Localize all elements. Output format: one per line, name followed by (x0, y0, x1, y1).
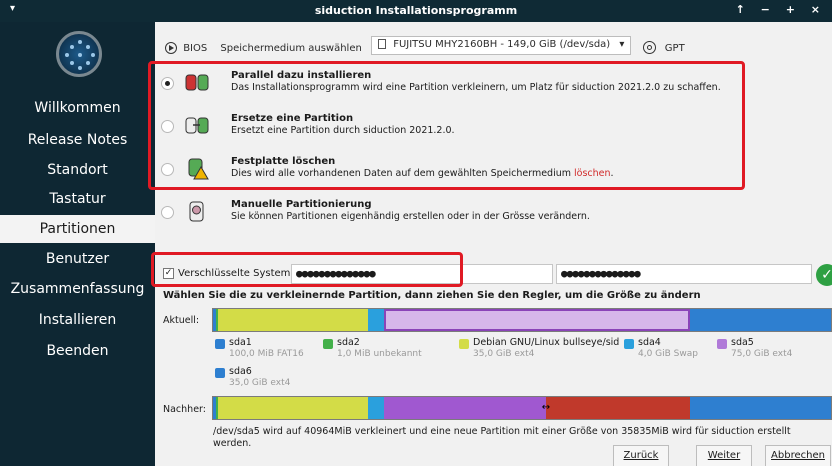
after-bar-label: Nachher: (163, 404, 206, 415)
sidebar-item-benutzer: Benutzer (45, 251, 110, 267)
option-erase-disk[interactable]: Festplatte löschen Dies wird alle vorhan… (155, 152, 825, 192)
sidebar-item-tastatur: Tastatur (49, 191, 106, 207)
resize-handle[interactable]: ↔ (539, 403, 553, 413)
siduction-logo (56, 31, 102, 77)
radio-replace-partition[interactable] (161, 120, 174, 133)
option-manual-partitioning[interactable]: Manuelle Partitionierung Sie können Part… (155, 195, 825, 235)
storage-device-value: FUJITSU MHY2160BH - 149,0 GiB (/dev/sda) (393, 39, 611, 50)
option-description: Das Installationsprogramm wird eine Part… (231, 82, 721, 93)
window-controls[interactable]: ↑ − + × (736, 3, 826, 16)
password-field[interactable]: ●●●●●●●●●●●●●● (291, 264, 553, 284)
sidebar-item-installieren: Installieren (38, 312, 117, 328)
segment-new-siduction (546, 397, 690, 419)
current-partition-bar (212, 308, 832, 332)
firmware-label: BIOS (183, 42, 208, 54)
option-description: Sie können Partitionen eigenhändig erste… (231, 211, 590, 222)
play-icon (165, 41, 177, 54)
sidebar-item-release-notes: Release Notes (27, 132, 128, 148)
partition-page: BIOS Speichermedium auswählen FUJITSU MH… (148, 22, 832, 466)
title-bar: ▾ siduction Installationsprogramm ↑ − + … (0, 0, 832, 22)
option-description: Dies wird alle vorhandenen Daten auf dem… (231, 168, 614, 179)
segment-sda5[interactable] (384, 309, 690, 331)
option-title: Manuelle Partitionierung (231, 199, 372, 210)
password-confirm-field[interactable]: ●●●●●●●●●●●●●● (556, 264, 812, 284)
after-partition-bar: ↔ (212, 396, 832, 420)
window-title: siduction Installationsprogramm (314, 4, 518, 17)
sidebar-item-partitionen: Partitionen (0, 215, 155, 243)
legend-swatch (717, 339, 727, 349)
sidebar-item-beenden: Beenden (46, 343, 109, 359)
segment-sda5-shrunk (384, 397, 546, 419)
radio-parallel-install[interactable] (161, 77, 174, 90)
segment-sda6 (690, 309, 831, 331)
storage-toolbar: BIOS Speichermedium auswählen FUJITSU MH… (165, 36, 685, 55)
sidebar-item-standort: Standort (47, 162, 108, 178)
manual-partition-icon (189, 201, 204, 222)
current-bar-label: Aktuell: (163, 315, 200, 326)
chevron-down-icon: ▾ (619, 39, 625, 50)
sidebar: Willkommen Release Notes Standort Tastat… (0, 22, 155, 466)
segment-sda4 (368, 397, 384, 419)
option-parallel-install[interactable]: Parallel dazu installieren Das Installat… (155, 66, 825, 106)
option-title: Parallel dazu installieren (231, 70, 372, 81)
legend-swatch (215, 339, 225, 349)
segment-sda4 (368, 309, 384, 331)
storage-device-select[interactable]: FUJITSU MHY2160BH - 149,0 GiB (/dev/sda)… (371, 36, 632, 55)
gpt-icon (642, 41, 656, 54)
option-title: Ersetze eine Partition (231, 113, 354, 124)
disk-icon (378, 39, 387, 49)
option-description: Ersetzt eine Partition durch siduction 2… (231, 125, 455, 136)
legend-swatch (323, 339, 333, 349)
partition-replace-icon (185, 117, 209, 134)
encrypt-checkbox[interactable]: ✓ (163, 268, 174, 279)
segment-debian (218, 309, 368, 331)
sidebar-item-willkommen: Willkommen (34, 100, 121, 116)
segment-sda6 (690, 397, 831, 419)
partition-resize-icon (185, 74, 209, 91)
radio-manual-partitioning[interactable] (161, 206, 174, 219)
cancel-button[interactable]: Abbrechen (765, 445, 831, 466)
next-button[interactable]: Weiter (696, 445, 752, 466)
storage-label: Speichermedium auswählen (220, 42, 362, 54)
legend-swatch (624, 339, 634, 349)
option-replace-partition[interactable]: Ersetze eine Partition Ersetzt eine Part… (155, 109, 825, 149)
option-title: Festplatte löschen (231, 156, 336, 167)
partition-table-type: GPT (664, 42, 685, 54)
password-match-check-icon: ✓ (816, 264, 832, 286)
resize-instruction: Wählen Sie die zu verkleinernde Partitio… (163, 290, 701, 301)
encryption-row: ✓ Verschlüsselte System ●●●●●●●●●●●●●● ●… (163, 264, 832, 286)
legend-swatch (459, 339, 469, 349)
back-button[interactable]: Zurück (613, 445, 669, 466)
encrypt-label: Verschlüsselte System (178, 268, 291, 279)
erase-disk-warning-icon (188, 158, 209, 180)
segment-debian (218, 397, 368, 419)
delete-warning-text: löschen (574, 168, 611, 179)
legend-swatch (215, 368, 225, 378)
radio-erase-disk[interactable] (161, 163, 174, 176)
sidebar-item-zusammenfassung: Zusammenfassung (10, 281, 145, 297)
